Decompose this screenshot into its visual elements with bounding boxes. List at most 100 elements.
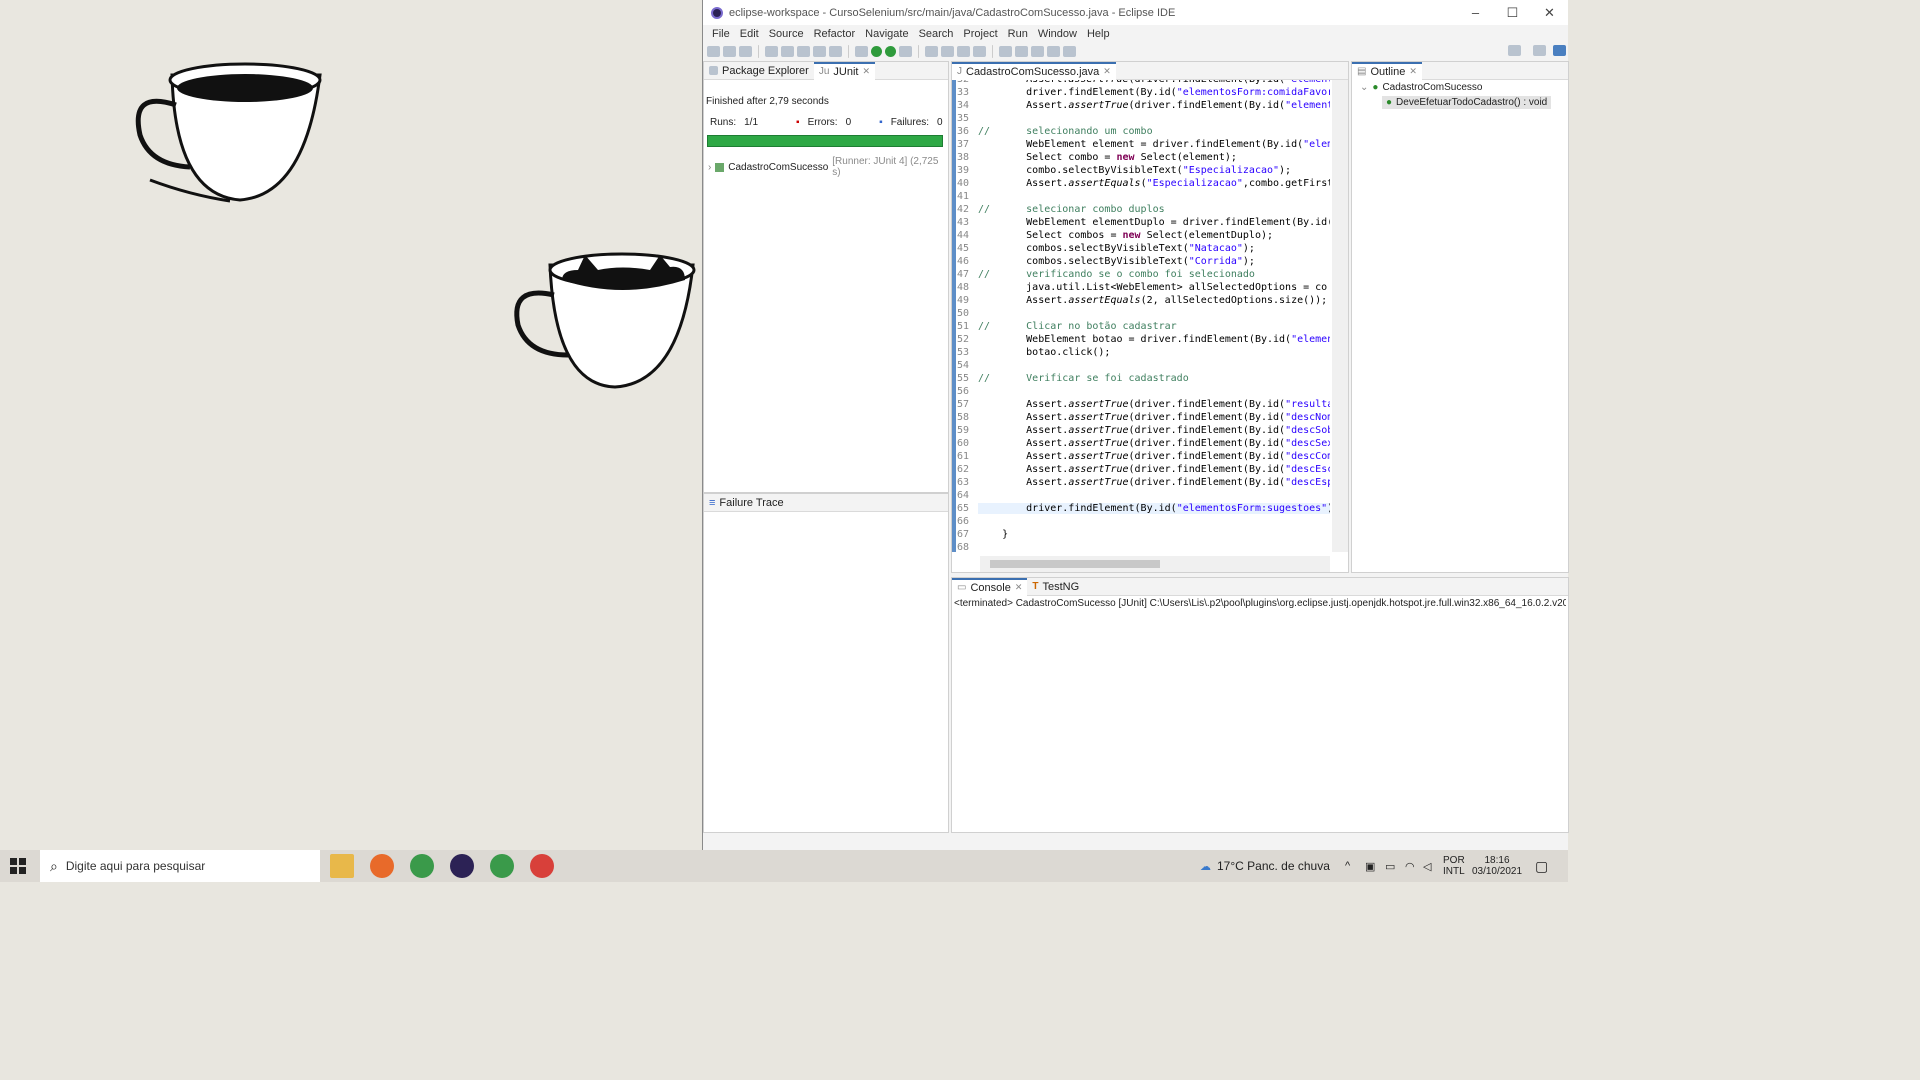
clock-time: 18:16 [1484,855,1510,866]
failure-trace-header: ≡ Failure Trace [704,494,948,512]
failure-trace-title: ≡ Failure Trace [704,494,789,512]
search-icon[interactable] [1508,45,1521,56]
search-tool-icon[interactable] [973,46,986,57]
clock[interactable]: 18:16 03/10/2021 [1472,850,1522,882]
next-annotation-icon[interactable] [999,46,1012,57]
failures-label: Failures: [890,117,930,128]
junit-tab-row: Package Explorer Ju JUnit ✕ [704,61,948,80]
code-line: Assert.assertTrue(driver.findElement(By.… [978,438,1330,449]
outline-class-item[interactable]: ⌄ ● CadastroComSucesso [1360,82,1482,93]
run-icon[interactable] [871,46,882,57]
skip-breakpoints-icon[interactable] [781,46,794,57]
toolbar-separator [848,45,849,58]
windows-start-icon[interactable] [10,858,26,874]
menu-navigate[interactable]: Navigate [865,28,908,40]
tab-outline[interactable]: ▤ Outline ✕ [1352,61,1422,80]
close-tab-icon[interactable]: ✕ [1015,582,1023,593]
menu-run[interactable]: Run [1008,28,1028,40]
java-perspective-icon[interactable] [1553,45,1566,56]
menu-edit[interactable]: Edit [740,28,759,40]
camera-icon[interactable]: ▣ [1365,850,1375,882]
chrome-active-icon[interactable] [530,854,554,878]
junit-tree-item[interactable]: › CadastroComSucesso [Runner: JUnit 4] (… [708,156,948,178]
code-line: java.util.List<WebElement> allSelectedOp… [978,282,1328,293]
volume-icon[interactable]: ◁ [1423,850,1431,882]
close-tab-icon[interactable]: ✕ [862,66,870,77]
horizontal-scrollbar[interactable] [980,556,1330,572]
chevron-up-icon[interactable]: ^ [1345,850,1350,882]
save-all-icon[interactable] [739,46,752,57]
resume-icon[interactable] [797,46,810,57]
close-icon[interactable]: ✕ [1531,0,1568,25]
line-number: 67 [957,529,970,540]
line-number: 55 [957,373,970,384]
menu-help[interactable]: Help [1087,28,1110,40]
line-number: 65 [957,503,970,514]
back-icon[interactable] [1031,46,1044,57]
code-line: Assert.assertTrue(driver.findElement(By.… [978,100,1330,111]
terminal-icon[interactable] [765,46,778,57]
vertical-scrollbar[interactable] [1332,80,1348,552]
line-number: 62 [957,464,970,475]
menu-project[interactable]: Project [963,28,997,40]
scroll-thumb[interactable] [990,560,1160,568]
language-indicator[interactable]: POR INTL [1443,850,1465,882]
line-number: 53 [957,347,970,358]
tab-editor-file[interactable]: J CadastroComSucesso.java ✕ [952,61,1116,80]
pin-editor-icon[interactable] [1063,46,1076,57]
code-line: Select combo = new Select(element); [978,152,1237,163]
line-number: 43 [957,217,970,228]
open-type-icon[interactable] [957,46,970,57]
code-line: WebElement elementDuplo = driver.findEle… [978,217,1330,228]
debug-icon[interactable] [855,46,868,57]
suspend-icon[interactable] [813,46,826,57]
tab-package-explorer-label: Package Explorer [722,64,809,77]
line-number: 61 [957,451,970,462]
tab-testng[interactable]: T TestNG [1027,578,1084,596]
file-explorer-icon[interactable] [330,854,354,878]
code-editor[interactable]: 32 Assert.assertTrue(driver.findElement(… [952,80,1330,552]
eclipse-taskbar-icon[interactable] [450,854,474,878]
firefox-icon[interactable] [370,854,394,878]
external-tools-icon[interactable] [899,46,912,57]
notifications-icon[interactable]: ▢ [1535,850,1548,882]
line-number: 38 [957,152,970,163]
outline-method-item[interactable]: ● DeveEfetuarTodoCadastro() : void [1382,96,1552,109]
minimize-icon[interactable]: – [1457,0,1494,25]
chevron-down-icon[interactable]: ⌄ [1360,82,1368,93]
chrome-profile-icon[interactable] [490,854,514,878]
battery-icon[interactable]: ▭ [1385,850,1395,882]
menu-source[interactable]: Source [769,28,804,40]
menu-search[interactable]: Search [919,28,954,40]
weather-widget[interactable]: ☁ 17°C Panc. de chuva [1200,850,1330,882]
tab-package-explorer[interactable]: Package Explorer [704,62,814,80]
new-class-icon[interactable] [941,46,954,57]
new-icon[interactable] [707,46,720,57]
maximize-icon[interactable]: ☐ [1494,0,1531,25]
close-tab-icon[interactable]: ✕ [1103,66,1111,77]
stop-icon[interactable] [829,46,842,57]
taskbar-search-box[interactable]: ⌕ Digite aqui para pesquisar [40,850,320,882]
runs-label: Runs: [710,117,737,128]
java-file-icon: J [957,66,962,77]
chevron-right-icon[interactable]: › [708,162,711,173]
save-icon[interactable] [723,46,736,57]
junit-finished-text: Finished after 2,79 seconds [706,96,829,107]
prev-annotation-icon[interactable] [1015,46,1028,57]
line-number: 42 [957,204,970,215]
menu-window[interactable]: Window [1038,28,1077,40]
chrome-icon[interactable] [410,854,434,878]
wifi-icon[interactable]: ◠ [1405,850,1415,882]
line-number: 63 [957,477,970,488]
coverage-icon[interactable] [885,46,896,57]
new-java-project-icon[interactable] [925,46,938,57]
coffee-cup-cat-image [514,252,696,389]
menu-file[interactable]: File [712,28,730,40]
perspective-icon[interactable] [1533,45,1546,56]
menu-refactor[interactable]: Refactor [814,28,856,40]
tab-console[interactable]: ▭ Console ✕ [952,577,1028,596]
tab-junit[interactable]: Ju JUnit ✕ [813,61,875,80]
close-tab-icon[interactable]: ✕ [1409,66,1417,77]
menu-bar: File Edit Source Refactor Navigate Searc… [703,25,1568,42]
forward-icon[interactable] [1047,46,1060,57]
